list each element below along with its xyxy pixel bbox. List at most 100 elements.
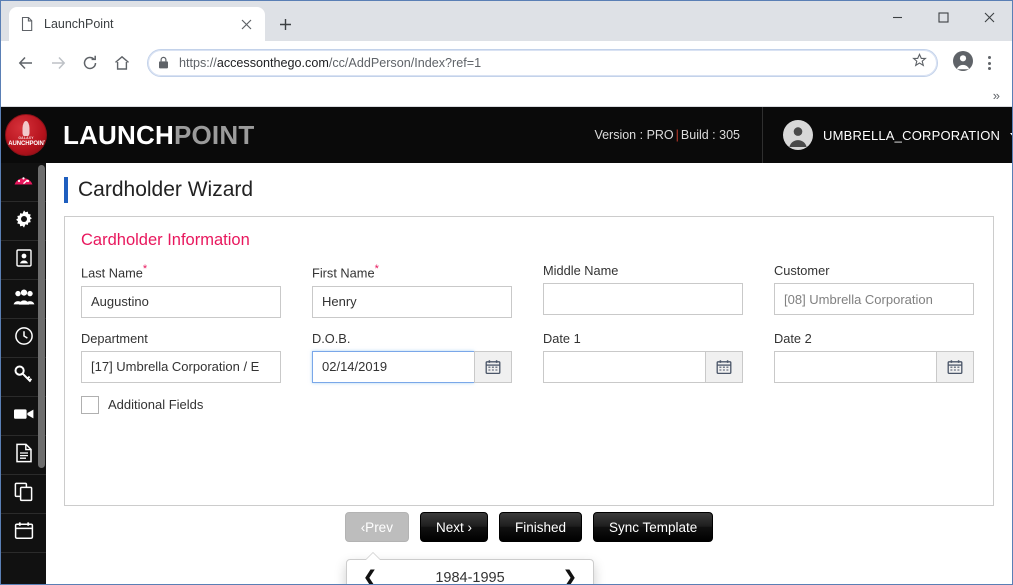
- date-picker-header: ❮ 1984-1995 ❯: [347, 568, 593, 585]
- label-department: Department: [81, 331, 281, 346]
- url-path: /cc/AddPerson/Index?ref=1: [329, 56, 481, 70]
- field-last-name: Last Name* Augustino: [81, 263, 281, 317]
- close-icon[interactable]: [237, 15, 255, 33]
- additional-fields-row[interactable]: Additional Fields: [81, 396, 977, 414]
- page-title: Cardholder Wizard: [64, 177, 994, 203]
- kebab-menu-icon[interactable]: [976, 50, 1002, 76]
- calendar-icon: [14, 521, 34, 545]
- arrow-right-icon: [43, 48, 73, 78]
- last-name-input[interactable]: Augustino: [81, 286, 281, 318]
- next-button[interactable]: Next ›: [420, 512, 488, 542]
- calendar-icon[interactable]: [936, 351, 974, 383]
- brand-part-2: POINT: [174, 120, 254, 150]
- lock-icon: [158, 56, 170, 70]
- required-marker: *: [143, 263, 147, 275]
- url-scheme: https://: [179, 56, 217, 70]
- date-picker-range: 1984-1995: [435, 570, 504, 585]
- version-separator: |: [674, 128, 681, 142]
- date-1-input-group: [543, 351, 743, 383]
- version-value: PRO: [647, 128, 674, 142]
- bookmarks-overflow-icon[interactable]: »: [993, 89, 1000, 102]
- finished-button[interactable]: Finished: [499, 512, 582, 542]
- browser-window: LaunchPoint: [0, 0, 1013, 585]
- galaxy-launchpoint-logo: GALAXY LAUNCHPOINT: [5, 114, 47, 156]
- first-name-input[interactable]: Henry: [312, 286, 512, 318]
- arrow-left-icon[interactable]: [11, 48, 41, 78]
- id-badge-icon: [14, 248, 34, 273]
- calendar-icon[interactable]: [474, 351, 512, 383]
- chevron-right-icon[interactable]: ❯: [559, 570, 581, 585]
- account-icon[interactable]: [952, 50, 974, 77]
- key-icon: [13, 364, 34, 390]
- field-date-1: Date 1: [543, 331, 743, 383]
- field-date-2: Date 2: [774, 331, 974, 383]
- middle-name-input[interactable]: [543, 283, 743, 315]
- user-name: UMBRELLA_CORPORATION: [823, 128, 1000, 143]
- field-dob: D.O.B. 02/14/2019: [312, 331, 512, 383]
- minimize-icon[interactable]: [874, 1, 920, 33]
- required-marker: *: [375, 263, 379, 275]
- gear-icon: [14, 209, 34, 234]
- video-camera-icon: [13, 406, 35, 427]
- sidebar-nav: [1, 163, 46, 585]
- calendar-icon[interactable]: [705, 351, 743, 383]
- browser-toolbar: https://accessonthego.com/cc/AddPerson/I…: [1, 41, 1012, 85]
- build-label: Build :: [681, 128, 716, 142]
- dob-input-group: 02/14/2019: [312, 351, 512, 383]
- sidebar-scrollbar[interactable]: [38, 165, 45, 468]
- sync-template-button[interactable]: Sync Template: [593, 512, 713, 542]
- document-icon: [15, 443, 33, 468]
- brand-part-1: LAUNCH: [63, 120, 174, 150]
- tab-title: LaunchPoint: [44, 17, 228, 31]
- maximize-icon[interactable]: [920, 1, 966, 33]
- version-info: Version : PRO|Build : 305: [594, 128, 740, 142]
- dob-input[interactable]: 02/14/2019: [312, 351, 474, 383]
- cardholder-information-card: Cardholder Information Last Name* August…: [64, 216, 994, 506]
- app-header: GALAXY LAUNCHPOINT LAUNCHPOINT Version :…: [1, 107, 1012, 163]
- prev-button: ‹Prev: [345, 512, 409, 542]
- field-customer: Customer [08] Umbrella Corporation: [774, 263, 974, 317]
- field-department: Department [17] Umbrella Corporation / E: [81, 331, 281, 383]
- label-first-name: First Name*: [312, 263, 512, 280]
- form-row-2: Department [17] Umbrella Corporation / E…: [81, 331, 977, 383]
- label-date-2: Date 2: [774, 331, 974, 346]
- window-controls: [874, 1, 1012, 33]
- brand-title: LAUNCHPOINT: [63, 120, 254, 151]
- user-menu[interactable]: UMBRELLA_CORPORATION: [762, 107, 1012, 163]
- dashboard-gauge-icon: [13, 169, 34, 195]
- department-input[interactable]: [17] Umbrella Corporation / E: [81, 351, 281, 383]
- star-icon[interactable]: [912, 53, 927, 73]
- field-middle-name: Middle Name: [543, 263, 743, 317]
- chevron-down-icon: [1010, 133, 1012, 138]
- logo-main-text: LAUNCHPOINT: [5, 141, 47, 147]
- additional-fields-label: Additional Fields: [108, 397, 203, 412]
- main-content: Cardholder Wizard Cardholder Information…: [46, 163, 1012, 585]
- date-2-input[interactable]: [774, 351, 936, 383]
- new-tab-button[interactable]: [271, 10, 299, 38]
- chevron-left-icon[interactable]: ❮: [359, 570, 381, 585]
- additional-fields-checkbox[interactable]: [81, 396, 99, 414]
- field-first-name: First Name* Henry: [312, 263, 512, 317]
- address-bar[interactable]: https://accessonthego.com/cc/AddPerson/I…: [147, 49, 938, 77]
- date-picker-popup: ❮ 1984-1995 ❯ 1984 1985 1986: [346, 559, 594, 585]
- sidebar-item-schedule[interactable]: [1, 514, 46, 553]
- application-viewport: GALAXY LAUNCHPOINT LAUNCHPOINT Version :…: [1, 107, 1012, 585]
- browser-tab[interactable]: LaunchPoint: [9, 7, 265, 41]
- bookmarks-bar: »: [1, 85, 1012, 107]
- label-customer: Customer: [774, 263, 974, 278]
- user-avatar-icon: [783, 120, 813, 150]
- url-host: accessonthego.com: [217, 56, 329, 70]
- date-1-input[interactable]: [543, 351, 705, 383]
- window-close-icon[interactable]: [966, 1, 1012, 33]
- url-text: https://accessonthego.com/cc/AddPerson/I…: [179, 56, 903, 70]
- page-icon: [19, 16, 35, 32]
- sidebar-item-templates[interactable]: [1, 475, 46, 514]
- copy-layers-icon: [14, 482, 34, 507]
- label-dob: D.O.B.: [312, 331, 512, 346]
- label-middle-name: Middle Name: [543, 263, 743, 278]
- clock-icon: [14, 326, 34, 351]
- customer-input[interactable]: [08] Umbrella Corporation: [774, 283, 974, 315]
- date-2-input-group: [774, 351, 974, 383]
- home-icon[interactable]: [107, 48, 137, 78]
- reload-icon[interactable]: [75, 48, 105, 78]
